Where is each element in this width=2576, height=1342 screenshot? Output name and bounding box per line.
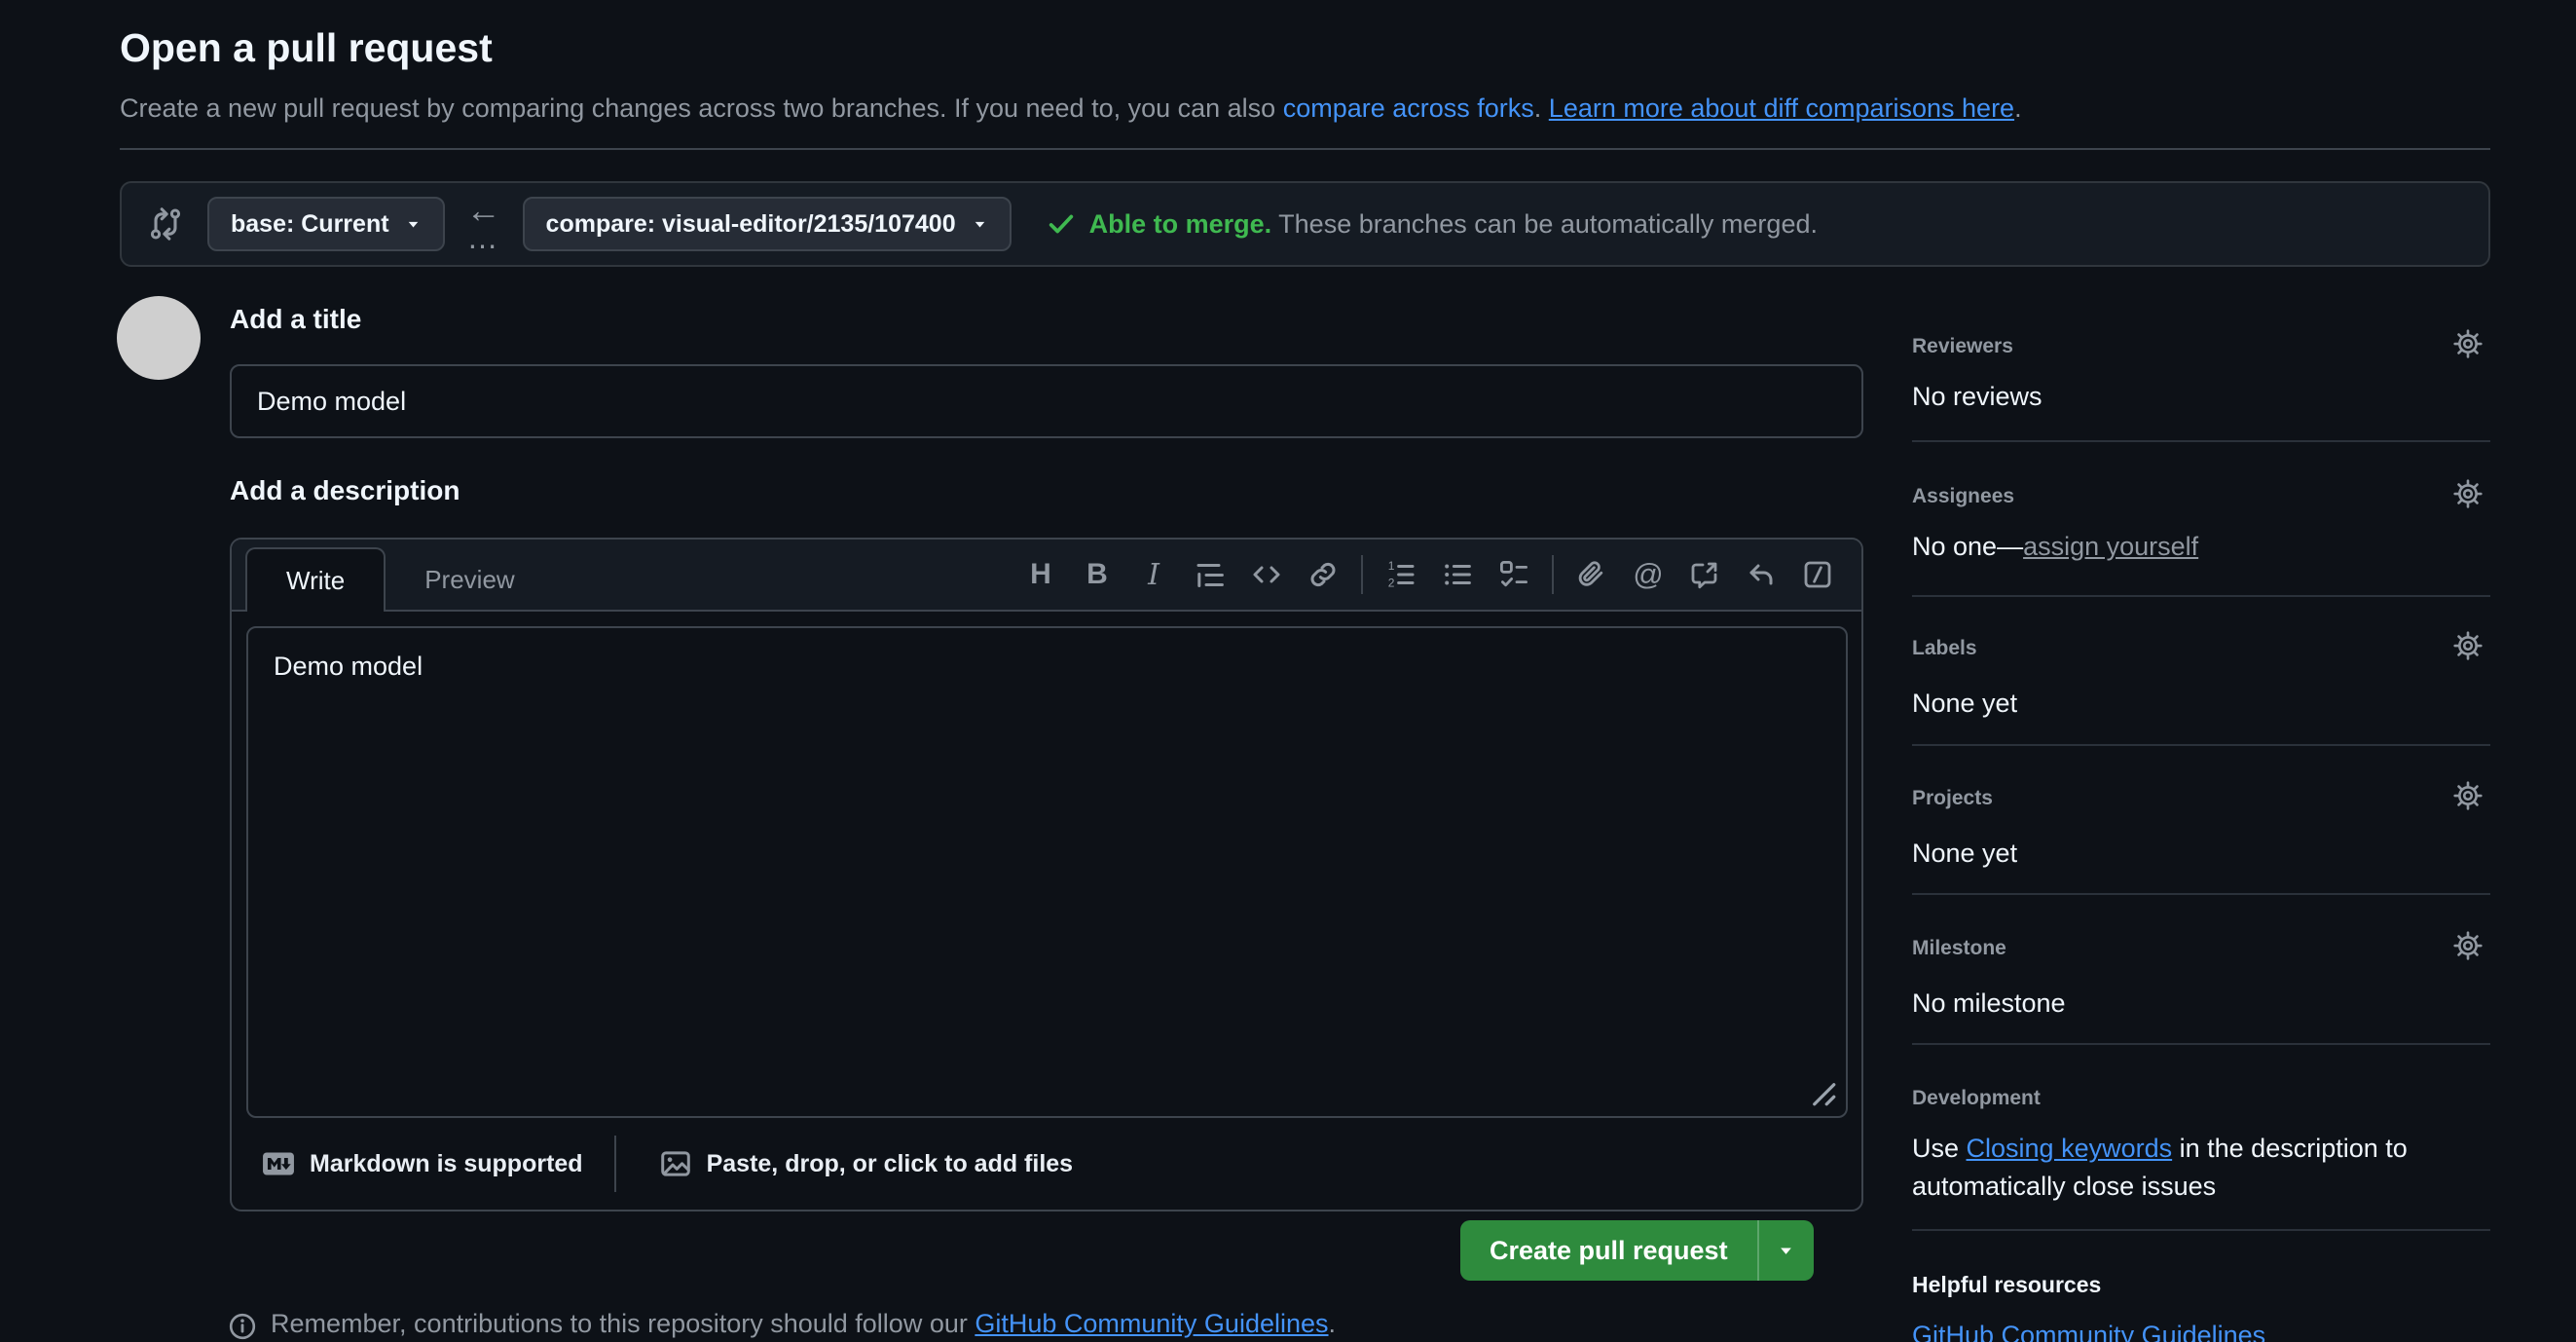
projects-gear-button[interactable] bbox=[2453, 781, 2483, 810]
avatar bbox=[117, 296, 201, 380]
compare-across-forks-link[interactable]: compare across forks bbox=[1283, 93, 1534, 123]
development-heading: Development bbox=[1912, 1087, 2041, 1110]
description-editor: Write Preview H B I @ Demo mode bbox=[230, 538, 1863, 1212]
helpful-resources-heading: Helpful resources bbox=[1912, 1272, 2101, 1298]
task-list-button[interactable] bbox=[1486, 551, 1542, 598]
merge-status-text: These branches can be automatically merg… bbox=[1271, 209, 1818, 239]
heading-button[interactable]: H bbox=[1012, 551, 1069, 598]
task-list-icon bbox=[1498, 559, 1529, 590]
tab-preview[interactable]: Preview bbox=[386, 549, 553, 610]
community-guidelines-note: Remember, contributions to this reposito… bbox=[228, 1309, 1336, 1341]
resize-grip-icon[interactable] bbox=[1801, 1071, 1840, 1110]
compare-branch-selector[interactable]: compare: visual-editor/2135/107400 bbox=[523, 197, 1012, 251]
merge-status: Able to merge. These branches can be aut… bbox=[1047, 209, 1818, 240]
sidebar-divider bbox=[1912, 595, 2490, 597]
reviewers-gear-button[interactable] bbox=[2453, 329, 2483, 358]
sidebar-divider bbox=[1912, 744, 2490, 746]
sidebar-divider bbox=[1912, 893, 2490, 895]
create-pr-options-button[interactable] bbox=[1757, 1220, 1814, 1281]
mention-button[interactable]: @ bbox=[1620, 551, 1676, 598]
sidebar-divider bbox=[1912, 1229, 2490, 1231]
info-icon bbox=[228, 1312, 257, 1341]
editor-header: Write Preview H B I @ bbox=[232, 540, 1861, 612]
projects-value: None yet bbox=[1912, 839, 2017, 869]
page-title: Open a pull request bbox=[120, 25, 493, 71]
gear-icon bbox=[2453, 479, 2483, 508]
saved-replies-button[interactable] bbox=[1733, 551, 1789, 598]
markdown-toolbar: H B I @ bbox=[1012, 551, 1861, 598]
bullet-list-button[interactable] bbox=[1429, 551, 1486, 598]
labels-value: None yet bbox=[1912, 689, 2017, 719]
bold-button[interactable]: B bbox=[1069, 551, 1125, 598]
quote-icon bbox=[1195, 559, 1226, 590]
code-icon bbox=[1251, 559, 1282, 590]
labels-gear-button[interactable] bbox=[2453, 631, 2483, 660]
footer-divider bbox=[614, 1136, 616, 1192]
closing-keywords-link[interactable]: Closing keywords bbox=[1967, 1134, 2173, 1163]
gear-icon bbox=[2453, 931, 2483, 960]
reply-icon bbox=[1746, 559, 1777, 590]
create-pr-button-group: Create pull request bbox=[1460, 1220, 1814, 1281]
check-icon bbox=[1047, 209, 1076, 239]
development-text: Use Closing keywords in the description … bbox=[1912, 1130, 2490, 1206]
pr-title-input[interactable] bbox=[230, 364, 1863, 438]
assignees-heading[interactable]: Assignees bbox=[1912, 485, 2014, 508]
markdown-icon bbox=[262, 1147, 295, 1180]
sidebar-divider bbox=[1912, 1043, 2490, 1045]
gear-icon bbox=[2453, 329, 2483, 358]
attach-file-button[interactable] bbox=[1564, 551, 1620, 598]
assign-yourself-link[interactable]: assign yourself bbox=[2023, 532, 2198, 561]
chevron-down-icon bbox=[1777, 1242, 1795, 1260]
milestone-heading[interactable]: Milestone bbox=[1912, 937, 2006, 960]
milestone-value: No milestone bbox=[1912, 988, 2066, 1019]
page-subtitle: Create a new pull request by comparing c… bbox=[120, 93, 2022, 124]
editor-footer: Markdown is supported Paste, drop, or cl… bbox=[246, 1132, 1848, 1196]
toolbar-divider bbox=[1361, 555, 1363, 594]
pr-sidebar: Reviewers No reviews Assignees No one—as… bbox=[1912, 0, 2490, 1342]
reviewers-heading[interactable]: Reviewers bbox=[1912, 335, 2013, 358]
reviewers-value: No reviews bbox=[1912, 382, 2042, 412]
toolbar-divider bbox=[1552, 555, 1554, 594]
ellipsis-icon: … bbox=[467, 222, 500, 253]
add-description-heading: Add a description bbox=[230, 475, 460, 506]
italic-button[interactable]: I bbox=[1125, 551, 1182, 598]
community-guidelines-link[interactable]: GitHub Community Guidelines bbox=[975, 1309, 1328, 1338]
numbered-list-icon bbox=[1385, 559, 1417, 590]
helpful-community-guidelines-link[interactable]: GitHub Community Guidelines bbox=[1912, 1321, 2265, 1342]
cross-reference-icon bbox=[1689, 559, 1720, 590]
numbered-list-button[interactable] bbox=[1373, 551, 1429, 598]
paperclip-icon bbox=[1576, 559, 1607, 590]
assignees-gear-button[interactable] bbox=[2453, 479, 2483, 508]
chevron-down-icon bbox=[405, 216, 422, 233]
merge-status-bold: Able to merge. bbox=[1089, 209, 1272, 239]
tab-write[interactable]: Write bbox=[245, 547, 386, 612]
milestone-gear-button[interactable] bbox=[2453, 931, 2483, 960]
sidebar-divider bbox=[1912, 440, 2490, 442]
git-compare-icon bbox=[147, 205, 184, 242]
pr-compose-page: Open a pull request Create a new pull re… bbox=[0, 0, 2576, 1342]
quote-button[interactable] bbox=[1182, 551, 1238, 598]
create-pull-request-button[interactable]: Create pull request bbox=[1460, 1220, 1757, 1281]
cross-reference-button[interactable] bbox=[1676, 551, 1733, 598]
compare-direction-indicator: ← … bbox=[466, 195, 501, 253]
attach-files-button[interactable]: Paste, drop, or click to add files bbox=[644, 1147, 1074, 1180]
image-icon bbox=[659, 1147, 692, 1180]
link-icon bbox=[1307, 559, 1339, 590]
subtitle-text: Create a new pull request by comparing c… bbox=[120, 93, 1283, 123]
projects-heading[interactable]: Projects bbox=[1912, 787, 1993, 810]
gear-icon bbox=[2453, 631, 2483, 660]
slash-commands-button[interactable] bbox=[1789, 551, 1846, 598]
base-branch-selector[interactable]: base: Current bbox=[207, 197, 445, 251]
code-button[interactable] bbox=[1238, 551, 1295, 598]
add-title-heading: Add a title bbox=[230, 304, 361, 335]
gear-icon bbox=[2453, 781, 2483, 810]
assignees-value: No one—assign yourself bbox=[1912, 532, 2198, 562]
labels-heading[interactable]: Labels bbox=[1912, 637, 1977, 660]
markdown-supported-link[interactable]: Markdown is supported bbox=[246, 1147, 583, 1180]
pr-description-textarea[interactable]: Demo model bbox=[246, 626, 1848, 1118]
link-button[interactable] bbox=[1295, 551, 1351, 598]
chevron-down-icon bbox=[972, 216, 988, 233]
bullet-list-icon bbox=[1442, 559, 1473, 590]
slash-command-icon bbox=[1802, 559, 1833, 590]
